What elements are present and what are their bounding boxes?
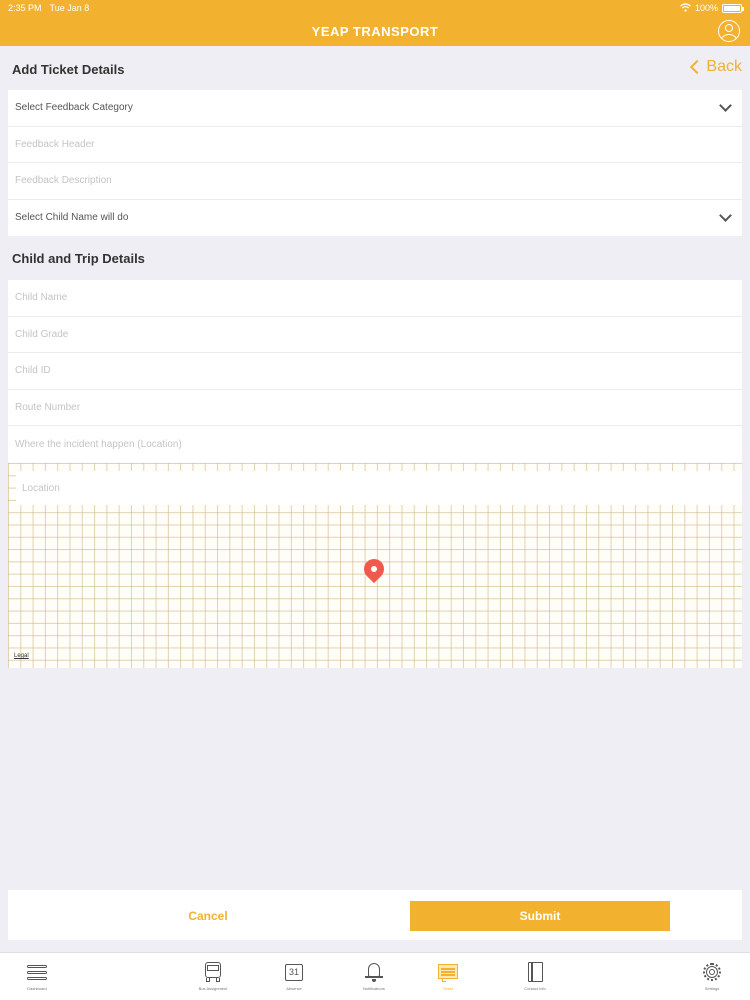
calendar-icon: 31 [283, 961, 305, 983]
tab-absence[interactable]: 31 Absence [264, 961, 324, 991]
status-time: 2:35 PM [8, 3, 42, 13]
location-map[interactable]: Legal [8, 463, 742, 668]
bus-icon [202, 961, 224, 983]
back-label: Back [706, 58, 742, 75]
tab-bar: Dashboard Bus Assignment 31 Absence Noti… [0, 952, 750, 1000]
action-bar: Cancel Submit [8, 890, 742, 940]
tab-notifications[interactable]: Notifications [344, 961, 404, 991]
tab-label: Dashboard [27, 986, 47, 991]
route-number-placeholder: Route Number [15, 401, 81, 413]
incident-location-placeholder: Where the incident happen (Location) [15, 438, 182, 450]
status-right: 100% [680, 2, 744, 14]
location-search-input[interactable] [16, 471, 742, 505]
app-title: YEAP TRANSPORT [311, 23, 439, 39]
chevron-down-icon [719, 99, 732, 112]
map-legal-link[interactable]: Legal [14, 653, 29, 659]
child-name-select[interactable]: Select Child Name will do [8, 200, 742, 237]
child-name-select-label: Select Child Name will do [15, 212, 129, 224]
tab-label: Notifications [363, 986, 385, 991]
back-button[interactable]: Back [690, 58, 742, 76]
ticket-icon [437, 961, 459, 983]
feedback-description-placeholder: Feedback Description [15, 175, 112, 187]
tab-bus-assignment[interactable]: Bus Assignment [183, 961, 243, 991]
battery-percent: 100% [694, 3, 718, 13]
tab-label: Settings [704, 986, 720, 991]
chevron-down-icon [719, 208, 732, 222]
feedback-category-select[interactable]: Select Feedback Category [8, 90, 742, 127]
wifi-icon [680, 2, 691, 14]
profile-icon[interactable] [718, 20, 740, 42]
tab-label: Contact Info [524, 986, 546, 991]
child-id-placeholder: Child ID [15, 365, 51, 377]
battery-icon [722, 3, 744, 13]
child-grade-placeholder: Child Grade [15, 328, 69, 340]
child-name-field[interactable]: Child Name [8, 280, 742, 317]
status-date: Tue Jan 8 [49, 3, 90, 13]
child-grade-field[interactable]: Child Grade [8, 317, 742, 353]
tab-label: Absence [286, 986, 302, 991]
nav-bar: YEAP TRANSPORT [0, 16, 750, 46]
incident-location-field[interactable]: Where the incident happen (Location) [8, 426, 742, 463]
menu-icon [26, 961, 48, 983]
status-bar: 2:35 PM Tue Jan 8 100% [0, 0, 750, 16]
feedback-header-field[interactable]: Feedback Header [8, 127, 742, 163]
bell-icon [363, 961, 385, 983]
contact-book-icon [524, 961, 546, 983]
chevron-left-icon [690, 59, 705, 75]
tab-contact-info[interactable]: Contact Info [505, 961, 565, 991]
map-pin-icon[interactable] [359, 554, 389, 584]
ticket-section-title: Add Ticket Details [12, 62, 125, 77]
trip-section-title: Child and Trip Details [12, 251, 145, 266]
cancel-button[interactable]: Cancel [88, 902, 328, 930]
submit-button[interactable]: Submit [410, 901, 670, 931]
tab-dashboard[interactable]: Dashboard [7, 961, 67, 991]
child-id-field[interactable]: Child ID [8, 353, 742, 390]
tab-ticket[interactable]: Ticket [418, 961, 478, 991]
feedback-header-placeholder: Feedback Header [15, 138, 95, 150]
feedback-description-field[interactable]: Feedback Description [8, 163, 742, 200]
feedback-category-label: Select Feedback Category [15, 102, 133, 114]
ticket-details-card: Select Feedback Category Feedback Header… [8, 90, 742, 236]
child-name-placeholder: Child Name [15, 292, 68, 304]
tab-label: Bus Assignment [198, 986, 228, 991]
gear-icon [701, 961, 723, 983]
tab-settings[interactable]: Settings [682, 961, 742, 991]
route-number-field[interactable]: Route Number [8, 390, 742, 426]
trip-details-card: Child Name Child Grade Child ID Route Nu… [8, 280, 742, 463]
calendar-day: 31 [285, 964, 303, 981]
tab-label: Ticket [442, 986, 454, 991]
